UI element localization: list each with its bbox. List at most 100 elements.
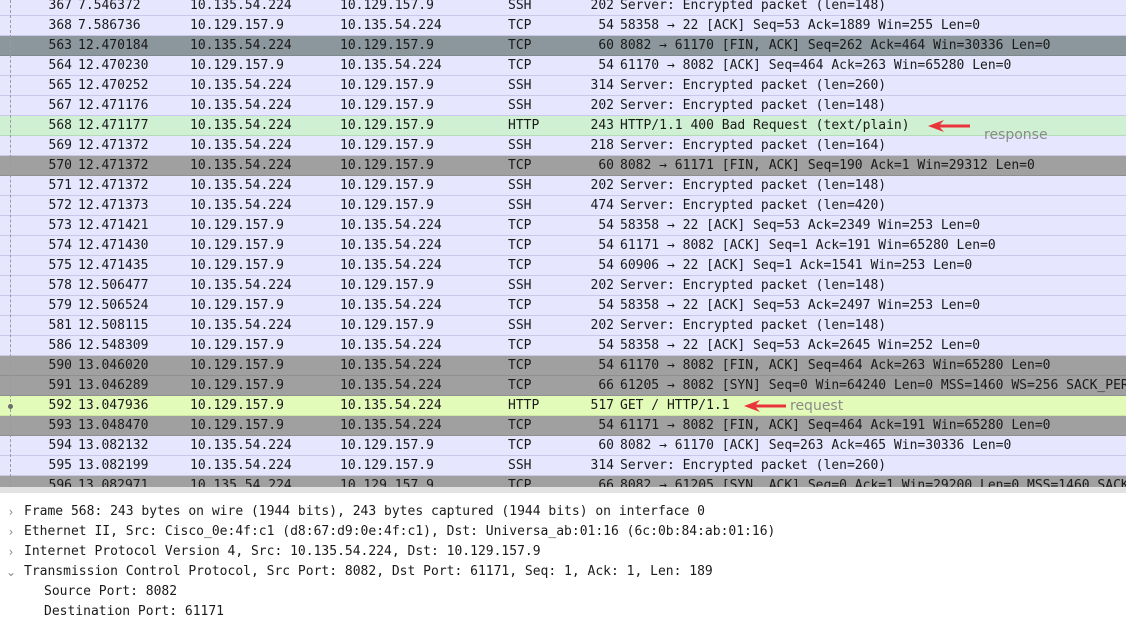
chevron-right-icon[interactable]: › (4, 522, 18, 542)
packet-protocol: HTTP (508, 118, 540, 133)
response-annotation: response (928, 116, 1068, 143)
red-arrow-icon (928, 120, 970, 132)
detail-section[interactable]: › Internet Protocol Version 4, Src: 10.13… (0, 542, 1126, 562)
packet-info: 8082 → 61171 [FIN, ACK] Seq=190 Ack=1 Wi… (620, 158, 1035, 173)
packet-row[interactable]: 569 12.471372 10.135.54.224 10.129.157.9 SSH… (0, 136, 1126, 156)
packet-length: 60 (598, 158, 614, 173)
packet-number: 591 (48, 378, 72, 393)
packet-length: 60 (598, 438, 614, 453)
packet-length: 202 (590, 98, 614, 113)
packet-number: 569 (48, 138, 72, 153)
packet-row[interactable]: 575 12.471435 10.129.157.9 10.135.54.224 TCP… (0, 256, 1126, 276)
response-label: response (984, 127, 1048, 143)
packet-time: 7.586736 (78, 18, 141, 33)
packet-row[interactable]: 368 7.586736 10.129.157.9 10.135.54.224 TCP 5… (0, 16, 1126, 36)
detail-text: Transmission Control Protocol, Src Port:… (24, 564, 713, 579)
packet-row[interactable]: 578 12.506477 10.135.54.224 10.129.157.9 SSH… (0, 276, 1126, 296)
packet-length: 243 (590, 118, 614, 133)
packet-time: 12.471372 (78, 178, 149, 193)
packet-row[interactable]: 567 12.471176 10.135.54.224 10.129.157.9 SSH… (0, 96, 1126, 116)
packet-protocol: TCP (508, 258, 532, 273)
packet-source: 10.135.54.224 (190, 478, 292, 487)
packet-protocol: TCP (508, 218, 532, 233)
packet-source: 10.129.157.9 (190, 398, 284, 413)
packet-destination: 10.129.157.9 (340, 198, 434, 213)
packet-number: 590 (48, 358, 72, 373)
packet-info: Server: Encrypted packet (len=148) (620, 98, 887, 113)
packet-protocol: SSH (508, 98, 532, 113)
packet-length: 54 (598, 338, 614, 353)
detail-section[interactable]: › Ethernet II, Src: Cisco_0e:4f:c1 (d8:67… (0, 522, 1126, 542)
packet-destination: 10.129.157.9 (340, 458, 434, 473)
packet-protocol: TCP (508, 38, 532, 53)
packet-row[interactable]: 591 13.046289 10.129.157.9 10.135.54.224 TCP… (0, 376, 1126, 396)
packet-source: 10.135.54.224 (190, 458, 292, 473)
packet-row[interactable]: 594 13.082132 10.135.54.224 10.129.157.9 TCP… (0, 436, 1126, 456)
packet-number: 568 (48, 118, 72, 133)
packet-protocol: HTTP (508, 398, 540, 413)
packet-time: 12.471421 (78, 218, 149, 233)
packet-row[interactable]: 593 13.048470 10.129.157.9 10.135.54.224 TCP… (0, 416, 1126, 436)
packet-source: 10.129.157.9 (190, 258, 284, 273)
related-packet-marker (8, 404, 13, 409)
packet-info: HTTP/1.1 400 Bad Request (text/plain) (620, 118, 910, 133)
packet-length: 54 (598, 358, 614, 373)
packet-info: 58358 → 22 [ACK] Seq=53 Ack=1889 Win=255… (620, 18, 981, 33)
packet-length: 54 (598, 298, 614, 313)
packet-details-pane[interactable]: › Frame 568: 243 bytes on wire (1944 bits… (0, 487, 1126, 621)
packet-number: 565 (48, 78, 72, 93)
packet-destination: 10.129.157.9 (340, 78, 434, 93)
packet-source: 10.135.54.224 (190, 158, 292, 173)
packet-info: Server: Encrypted packet (len=164) (620, 138, 887, 153)
packet-row[interactable]: 586 12.548309 10.129.157.9 10.135.54.224 TCP… (0, 336, 1126, 356)
packet-number: 593 (48, 418, 72, 433)
packet-protocol: SSH (508, 458, 532, 473)
packet-row[interactable]: 573 12.471421 10.129.157.9 10.135.54.224 TCP… (0, 216, 1126, 236)
packet-time: 12.471373 (78, 198, 149, 213)
packet-row[interactable]: 571 12.471372 10.135.54.224 10.129.157.9 SSH… (0, 176, 1126, 196)
packet-row[interactable]: 579 12.506524 10.129.157.9 10.135.54.224 TCP… (0, 296, 1126, 316)
detail-section[interactable]: › Frame 568: 243 bytes on wire (1944 bits… (0, 502, 1126, 522)
packet-row[interactable]: 564 12.470230 10.129.157.9 10.135.54.224 TCP… (0, 56, 1126, 76)
packet-row[interactable]: 367 7.546372 10.135.54.224 10.129.157.9 SSH 2… (0, 0, 1126, 16)
packet-info: 58358 → 22 [ACK] Seq=53 Ack=2645 Win=252… (620, 338, 981, 353)
packet-row[interactable]: 565 12.470252 10.135.54.224 10.129.157.9 SSH… (0, 76, 1126, 96)
packet-number: 567 (48, 98, 72, 113)
packet-number: 573 (48, 218, 72, 233)
packet-row[interactable]: 590 13.046020 10.129.157.9 10.135.54.224 TCP… (0, 356, 1126, 376)
packet-destination: 10.129.157.9 (340, 438, 434, 453)
packet-number: 563 (48, 38, 72, 53)
packet-length: 202 (590, 278, 614, 293)
packet-row[interactable]: 563 12.470184 10.135.54.224 10.129.157.9 TCP… (0, 36, 1126, 56)
detail-section[interactable]: ⌄ Transmission Control Protocol, Src Port… (0, 562, 1126, 582)
detail-field[interactable]: Source Port: 8082 (0, 582, 1126, 602)
packet-list[interactable]: 367 7.546372 10.135.54.224 10.129.157.9 SSH 2… (0, 0, 1126, 487)
packet-source: 10.135.54.224 (190, 438, 292, 453)
packet-row[interactable]: 574 12.471430 10.129.157.9 10.135.54.224 TCP… (0, 236, 1126, 256)
chevron-down-icon[interactable]: ⌄ (4, 562, 18, 582)
packet-length: 66 (598, 378, 614, 393)
packet-info: 8082 → 61170 [FIN, ACK] Seq=262 Ack=464 … (620, 38, 1051, 53)
packet-length: 474 (590, 198, 614, 213)
chevron-right-icon[interactable]: › (4, 502, 18, 522)
packet-row[interactable]: 572 12.471373 10.135.54.224 10.129.157.9 SSH… (0, 196, 1126, 216)
arrow-shape (928, 120, 970, 132)
chevron-right-icon[interactable]: › (4, 542, 18, 562)
packet-row[interactable]: 596 13.082971 10.135.54.224 10.129.157.9 TCP… (0, 476, 1126, 487)
packet-info: Server: Encrypted packet (len=260) (620, 78, 887, 93)
detail-text: Ethernet II, Src: Cisco_0e:4f:c1 (d8:67:… (24, 524, 776, 539)
packet-row[interactable]: 570 12.471372 10.135.54.224 10.129.157.9 TCP… (0, 156, 1126, 176)
packet-row[interactable]: 592 13.047936 10.129.157.9 10.135.54.224 HTT… (0, 396, 1126, 416)
packet-time: 12.508115 (78, 318, 149, 333)
packet-info: 61171 → 8082 [FIN, ACK] Seq=464 Ack=191 … (620, 418, 1051, 433)
packet-info: Server: Encrypted packet (len=148) (620, 0, 887, 13)
packet-row[interactable]: 581 12.508115 10.135.54.224 10.129.157.9 SSH… (0, 316, 1126, 336)
detail-field[interactable]: Destination Port: 61171 (0, 602, 1126, 621)
packet-info: 58358 → 22 [ACK] Seq=53 Ack=2497 Win=253… (620, 298, 981, 313)
packet-time: 13.047936 (78, 398, 149, 413)
packet-row[interactable]: 595 13.082199 10.135.54.224 10.129.157.9 SSH… (0, 456, 1126, 476)
packet-rows: 367 7.546372 10.135.54.224 10.129.157.9 SSH 2… (0, 0, 1126, 487)
packet-source: 10.135.54.224 (190, 198, 292, 213)
packet-number: 574 (48, 238, 72, 253)
packet-info: 8082 → 61170 [ACK] Seq=263 Ack=465 Win=3… (620, 438, 1012, 453)
